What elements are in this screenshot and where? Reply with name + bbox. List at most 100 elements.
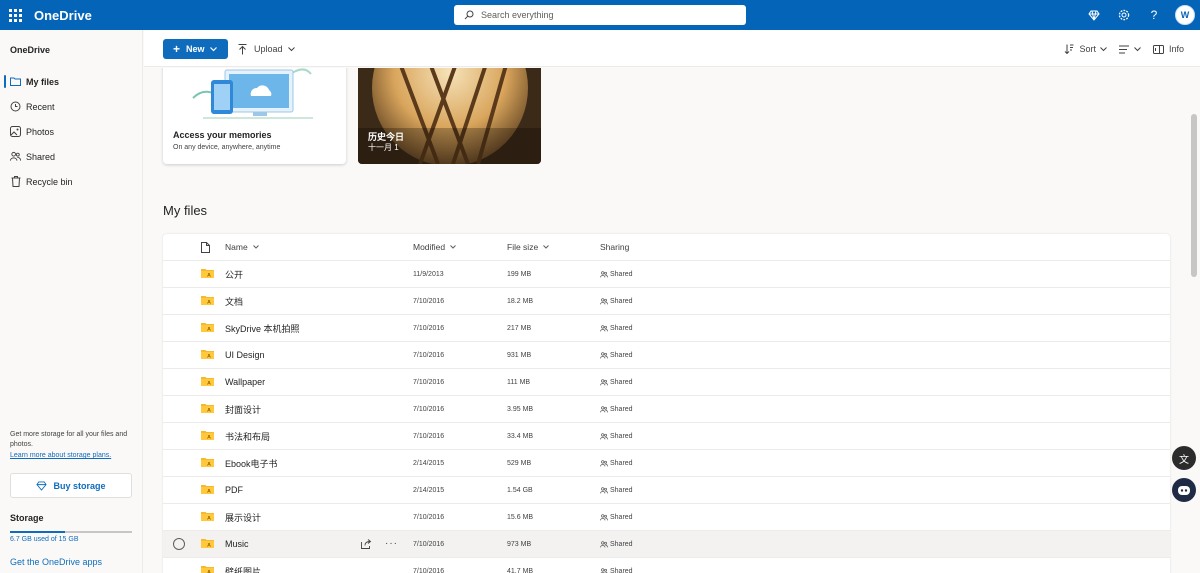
people-icon (600, 405, 608, 412)
file-modified: 7/10/2016 (413, 567, 445, 573)
column-header-modified[interactable]: Modified (413, 242, 456, 252)
sidebar-item-label: My files (26, 76, 60, 87)
premium-diamond-button[interactable] (1079, 0, 1109, 30)
sidebar-item-photos[interactable]: Photos (0, 119, 142, 144)
file-list: Name Modified File size Sharing 公开 11/9/2… (163, 234, 1170, 573)
memories-card[interactable]: Access your memories On any device, anyw… (163, 68, 346, 164)
get-apps-link[interactable]: Get the OneDrive apps (10, 557, 102, 567)
file-list-header: Name Modified File size Sharing (163, 234, 1170, 261)
people-icon (600, 297, 608, 304)
table-row[interactable]: SkyDrive 本机拍照 7/10/2016 217 MB Shared (163, 315, 1170, 342)
view-options-button[interactable] (1118, 45, 1141, 54)
file-name[interactable]: 壁纸图片 (225, 565, 261, 573)
new-button[interactable]: + New (163, 39, 228, 59)
file-type-icon[interactable] (201, 242, 210, 253)
sidebar-item-recycle-bin[interactable]: Recycle bin (0, 169, 142, 194)
sharing-status: Shared (600, 271, 633, 278)
card-subtitle: On any device, anywhere, anytime (173, 144, 281, 151)
column-header-sharing[interactable]: Sharing (600, 242, 629, 252)
storage-plans-link[interactable]: Learn more about storage plans. (10, 451, 135, 461)
app-launcher-button[interactable] (0, 0, 30, 30)
file-name[interactable]: 公开 (225, 268, 243, 281)
chevron-down-icon (450, 245, 456, 249)
trash-icon (10, 176, 21, 187)
plus-icon: + (173, 42, 181, 56)
sidebar-item-shared[interactable]: Shared (0, 144, 142, 169)
table-row[interactable]: Music ··· 7/10/2016 973 MB Shared (163, 531, 1170, 558)
search-placeholder: Search everything (481, 10, 554, 20)
sidebar-item-recent[interactable]: Recent (0, 94, 142, 119)
sharing-status: Shared (600, 433, 633, 440)
settings-button[interactable] (1109, 0, 1139, 30)
table-row[interactable]: 书法和布局 7/10/2016 33.4 MB Shared (163, 423, 1170, 450)
table-row[interactable]: Ebook电子书 2/14/2015 529 MB Shared (163, 450, 1170, 477)
sharing-label: Shared (610, 378, 633, 386)
table-row[interactable]: PDF 2/14/2015 1.54 GB Shared (163, 477, 1170, 504)
shared-folder-icon (201, 377, 214, 386)
storage-usage-text[interactable]: 6.7 GB used of 15 GB (10, 536, 79, 543)
table-row[interactable]: UI Design 7/10/2016 931 MB Shared (163, 342, 1170, 369)
column-header-file-size[interactable]: File size (507, 242, 550, 252)
memories-illustration (192, 68, 313, 119)
help-button[interactable]: ? (1139, 0, 1169, 30)
sharing-status: Shared (600, 298, 633, 305)
sharing-status: Shared (600, 541, 633, 548)
sharing-label: Shared (610, 513, 633, 521)
table-row[interactable]: 封面设计 7/10/2016 3.95 MB Shared (163, 396, 1170, 423)
storage-progress-bar (10, 531, 132, 533)
sharing-status: Shared (600, 379, 633, 386)
table-row[interactable]: 文档 7/10/2016 18.2 MB Shared (163, 288, 1170, 315)
sidebar: OneDrive My files Recent Photos Shared R… (0, 30, 143, 573)
table-row[interactable]: 展示设计 7/10/2016 15.6 MB Shared (163, 504, 1170, 531)
people-icon (600, 270, 608, 277)
on-this-day-card[interactable]: 历史今日 十一月 1 (358, 68, 541, 164)
people-icon (600, 432, 608, 439)
table-row[interactable]: Wallpaper 7/10/2016 111 MB Shared (163, 369, 1170, 396)
shared-folder-icon (201, 323, 214, 332)
file-modified: 7/10/2016 (413, 324, 445, 332)
avatar[interactable]: W (1175, 5, 1195, 25)
file-size: 199 MB (507, 270, 532, 278)
file-name[interactable]: 展示设计 (225, 511, 261, 524)
more-options-icon[interactable]: ··· (385, 538, 398, 549)
assistant-button[interactable] (1172, 478, 1196, 502)
people-icon (600, 567, 608, 573)
file-name[interactable]: 封面设计 (225, 403, 261, 416)
translate-button[interactable]: 文 (1172, 446, 1196, 470)
sharing-status: Shared (600, 406, 633, 413)
promo-text: Get more storage for all your files and … (10, 431, 128, 448)
file-name[interactable]: 文档 (225, 295, 243, 308)
buy-storage-button[interactable]: Buy storage (10, 473, 132, 498)
shared-folder-icon (201, 485, 214, 494)
file-size: 18.2 MB (507, 297, 534, 305)
file-name[interactable]: PDF (225, 485, 243, 495)
table-row[interactable]: 壁纸图片 7/10/2016 41.7 MB Shared (163, 558, 1170, 573)
search-box[interactable]: Search everything (454, 5, 746, 25)
sidebar-item-label: Recent (26, 101, 55, 112)
share-icon[interactable] (361, 538, 372, 549)
file-size: 41.7 MB (507, 567, 534, 573)
column-header-name[interactable]: Name (225, 242, 259, 252)
table-row[interactable]: 公开 11/9/2013 199 MB Shared (163, 261, 1170, 288)
sharing-status: Shared (600, 325, 633, 332)
card-subtitle: 十一月 1 (368, 143, 399, 152)
info-button[interactable]: Info (1152, 44, 1188, 54)
sidebar-item-my-files[interactable]: My files (0, 69, 142, 94)
photo-icon (10, 126, 21, 137)
sharing-label: Shared (610, 297, 633, 305)
diamond-icon (36, 480, 48, 491)
sort-button[interactable]: Sort (1064, 44, 1107, 54)
upload-button[interactable]: Upload (238, 39, 295, 59)
storage-progress-fill (10, 531, 65, 533)
brand-name[interactable]: OneDrive (34, 8, 92, 23)
file-size: 33.4 MB (507, 432, 534, 440)
file-name[interactable]: SkyDrive 本机拍照 (225, 322, 300, 335)
file-name[interactable]: 书法和布局 (225, 430, 270, 443)
file-name[interactable]: Music (225, 539, 249, 549)
sharing-label: Shared (610, 270, 633, 278)
scrollbar-thumb[interactable] (1191, 114, 1197, 277)
file-name[interactable]: UI Design (225, 350, 265, 360)
row-select-checkbox[interactable] (173, 538, 185, 550)
file-name[interactable]: Wallpaper (225, 377, 265, 387)
file-name[interactable]: Ebook电子书 (225, 457, 278, 470)
